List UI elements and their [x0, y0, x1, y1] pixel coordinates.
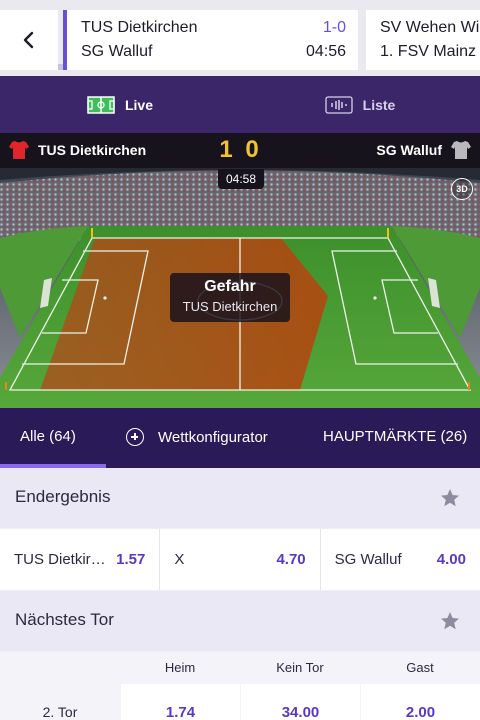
- view-tabs: Live Liste: [0, 76, 480, 133]
- market-header-next-goal[interactable]: Nächstes Tor: [0, 591, 480, 651]
- away-shirt-icon: [451, 141, 471, 159]
- column-header: Kein Tor: [276, 660, 324, 675]
- odd-button-no-goal[interactable]: 34.00: [241, 684, 360, 720]
- event-team: TUS Dietkirchen: [182, 299, 278, 314]
- market-tabs: Alle (64) Wettkonfigurator HAUPTMÄRKTE (…: [0, 408, 480, 468]
- odd-label: TUS Dietkirchen: [14, 551, 110, 568]
- plus-circle-icon: [126, 428, 144, 446]
- odd-button-away[interactable]: SG Walluf 4.00: [321, 529, 480, 590]
- odd-button-home[interactable]: 1.74: [121, 684, 240, 720]
- scoreboard: TUS Dietkirchen 10 SG Walluf: [0, 133, 480, 168]
- column-header: Heim: [164, 660, 196, 675]
- market-title: Endergebnis: [15, 487, 111, 506]
- tab-main-markets[interactable]: HAUPTMÄRKTE (26): [323, 428, 467, 445]
- star-icon[interactable]: [440, 611, 460, 631]
- tab-live[interactable]: Live: [0, 76, 240, 133]
- away-score: 0: [245, 136, 261, 163]
- tab-live-label: Live: [124, 96, 153, 113]
- chevron-left-icon: [23, 31, 34, 49]
- next-goal-column-headers: Heim Kein Tor Gast: [0, 652, 480, 684]
- odds-row-result: TUS Dietkirchen 1.57 X 4.70 SG Walluf 4.…: [0, 529, 480, 590]
- tab-bet-configurator[interactable]: Wettkonfigurator: [126, 428, 268, 446]
- pitch-icon: [87, 95, 115, 114]
- market-title: Nächstes Tor: [15, 610, 114, 629]
- odd-value: 4.00: [436, 551, 466, 568]
- match-switcher: TUS Dietkirchen 1-0 SG Walluf 04:56 SV W…: [0, 0, 480, 76]
- tab-list[interactable]: Liste: [240, 76, 480, 133]
- event-title: Gefahr: [204, 278, 256, 295]
- match-score: 1-0: [322, 19, 346, 36]
- match-away-team: SG Walluf: [81, 43, 153, 60]
- match-card-other[interactable]: SV Wehen Wiesbaden 1. FSV Mainz 05: [366, 10, 480, 70]
- match-home-team: TUS Dietkirchen: [81, 19, 198, 36]
- event-overlay: Gefahr TUS Dietkirchen: [170, 273, 290, 322]
- match-card-active[interactable]: TUS Dietkirchen 1-0 SG Walluf 04:56: [63, 10, 358, 70]
- away-team: SG Walluf: [376, 139, 472, 161]
- waveform-icon: [325, 95, 353, 114]
- tab-all-markets[interactable]: Alle (64): [20, 428, 76, 445]
- back-button[interactable]: [0, 10, 58, 70]
- match-home-team: SV Wehen Wiesbaden: [380, 19, 480, 36]
- column-header: Gast: [406, 660, 434, 675]
- market-header-result[interactable]: Endergebnis: [0, 468, 480, 528]
- odd-button-home[interactable]: TUS Dietkirchen 1.57: [0, 529, 161, 590]
- odd-button-draw[interactable]: X 4.70: [160, 529, 321, 590]
- odd-label: SG Walluf: [334, 551, 402, 568]
- view-3d-button[interactable]: 3D: [451, 178, 473, 200]
- app-root: TUS Dietkirchen 1-0 SG Walluf 04:56 SV W…: [0, 0, 480, 720]
- star-icon[interactable]: [440, 488, 460, 508]
- away-team-name: SG Walluf: [376, 142, 442, 158]
- odd-label: X: [174, 551, 185, 568]
- odd-value: 1.57: [116, 551, 146, 568]
- tab-list-label: Liste: [362, 96, 396, 113]
- match-away-team: 1. FSV Mainz 05: [380, 43, 480, 60]
- match-time: 04:56: [305, 43, 346, 60]
- odd-value: 4.70: [276, 551, 306, 568]
- next-goal-row: 2. Tor 1.74 34.00 2.00: [0, 684, 480, 720]
- home-score: 1: [219, 136, 235, 163]
- match-clock: 04:58: [218, 169, 264, 189]
- tab-configurator-label: Wettkonfigurator: [158, 428, 268, 446]
- odd-button-away[interactable]: 2.00: [361, 684, 480, 720]
- row-label: 2. Tor: [42, 704, 78, 720]
